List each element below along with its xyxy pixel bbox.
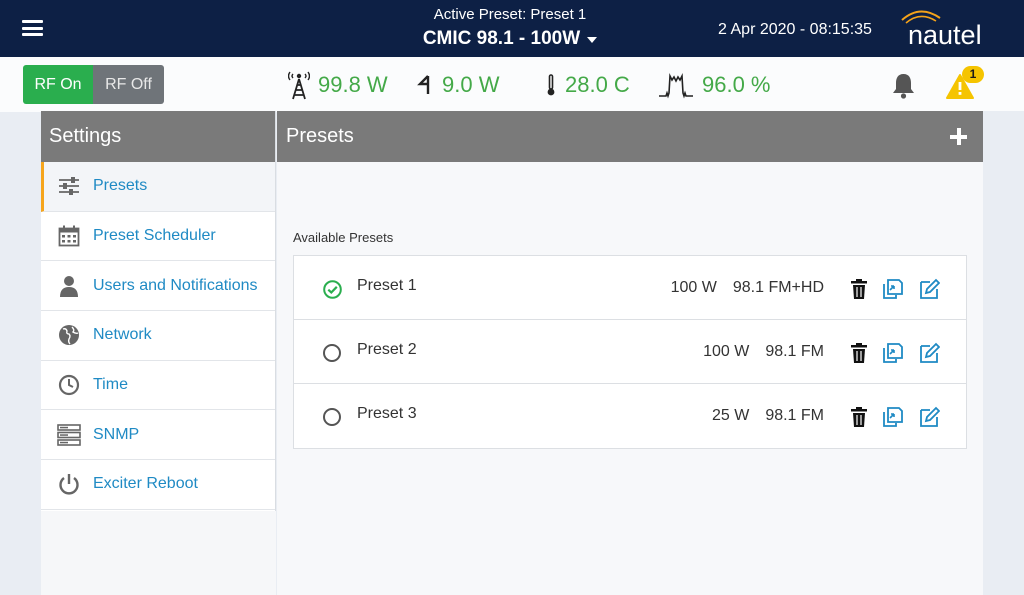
temperature-value: 28.0 C [565,72,630,97]
sidebar-item-network[interactable]: Network [41,311,275,361]
preset-mode: 98.1 FM+HD [732,279,824,296]
temperature-metric: 28.0 C [545,70,630,100]
reflected-power-metric: 9.0 W [416,70,499,100]
sidebar-item-exciter-reboot[interactable]: Exciter Reboot [41,460,275,510]
trash-icon[interactable] [848,406,870,428]
trash-icon[interactable] [848,278,870,300]
active-preset-block: Active Preset: Preset 1 CMIC 98.1 - 100W [380,6,640,51]
forward-power-value: 99.8 W [318,72,388,97]
add-preset-button[interactable] [950,128,967,145]
edit-icon[interactable] [918,278,940,300]
bell-icon[interactable] [891,72,916,99]
available-presets-label: Available Presets [293,230,394,245]
sidebar-item-label: Network [93,326,152,344]
sidebar-item-users-notifications[interactable]: Users and Notifications [41,261,275,312]
alarm-count-badge: 1 [962,66,984,83]
panel-header: Presets [277,111,983,162]
preset-power: 100 W [670,279,717,296]
sidebar-item-label: Presets [93,177,148,195]
right-gutter [983,111,1024,595]
preset-info: 100 W 98.1 FM+HD [671,279,824,297]
radio-button[interactable] [323,344,341,362]
nautel-logo: nautel [901,10,982,50]
copy-icon[interactable] [882,406,904,428]
reflected-power-value: 9.0 W [442,72,500,97]
preset-power: 100 W [703,343,750,360]
sidebar-item-label: Time [93,376,128,394]
sidebar-item-presets[interactable]: Presets [41,162,275,212]
edit-icon[interactable] [918,342,940,364]
server-icon [57,423,81,447]
top-header: Active Preset: Preset 1 CMIC 98.1 - 100W… [0,0,1024,57]
status-bar: RF On RF Off 99.8 W 9.0 W 28.0 C 96.0 % [0,57,1024,112]
preset-row: Preset 3 25 W 98.1 FM [294,384,966,448]
trash-icon[interactable] [848,342,870,364]
sidebar-item-label: Exciter Reboot [93,475,198,493]
sidebar-item-label: Preset Scheduler [93,227,216,245]
preset-name: Preset 1 [357,277,417,294]
preset-mode: 98.1 FM [765,343,824,360]
sidebar-footer [41,511,276,595]
globe-icon [57,323,81,347]
settings-sidebar: Settings Presets Preset Scheduler Users … [41,111,276,595]
preset-info: 25 W 98.1 FM [712,407,824,425]
page-title: Presets [286,125,354,147]
efficiency-metric: 96.0 % [658,70,771,100]
menu-icon[interactable] [22,20,43,36]
station-dropdown[interactable]: CMIC 98.1 - 100W [422,27,598,51]
efficiency-value: 96.0 % [702,72,771,97]
antenna-tower-icon [288,71,310,100]
logo-text: nautel [908,20,982,50]
sidebar-item-time[interactable]: Time [41,360,275,411]
user-icon [57,274,81,298]
sidebar-item-label: Users and Notifications [93,276,258,294]
edit-icon[interactable] [918,406,940,428]
reflected-power-icon [417,75,430,94]
clock-icon [57,373,81,397]
sidebar-title: Settings [41,111,275,162]
calendar-icon [57,224,81,248]
sliders-icon [57,174,81,198]
active-preset-label: Active Preset: Preset 1 [433,6,587,23]
check-circle-icon[interactable] [323,280,342,299]
preset-list: Preset 1 100 W 98.1 FM+HD Preset 2 100 W 9… [293,255,967,449]
rf-toggle: RF On RF Off [23,65,164,104]
caret-down-icon [587,37,598,43]
sidebar-item-label: SNMP [93,425,140,443]
rf-off-button[interactable]: RF Off [93,65,164,104]
preset-name: Preset 2 [357,341,417,358]
copy-icon[interactable] [882,278,904,300]
rf-on-button[interactable]: RF On [23,65,93,104]
preset-info: 100 W 98.1 FM [703,343,824,361]
preset-power: 25 W [711,407,750,424]
station-name: CMIC 98.1 - 100W [422,28,581,49]
sidebar-item-preset-scheduler[interactable]: Preset Scheduler [41,211,275,262]
spectrum-icon [659,72,693,99]
copy-icon[interactable] [882,342,904,364]
presets-panel: Presets Available Presets Preset 1 100 W… [277,111,983,595]
preset-row: Preset 2 100 W 98.1 FM [294,320,966,384]
datetime: 2 Apr 2020 - 08:15:35 [718,21,872,38]
power-icon [57,472,81,496]
sidebar-item-snmp[interactable]: SNMP [41,410,275,461]
preset-row: Preset 1 100 W 98.1 FM+HD [294,256,966,320]
forward-power-metric: 99.8 W [288,70,388,100]
thermometer-icon [547,74,555,96]
radio-button[interactable] [323,408,341,426]
preset-name: Preset 3 [357,405,417,422]
preset-mode: 98.1 FM [765,407,824,424]
